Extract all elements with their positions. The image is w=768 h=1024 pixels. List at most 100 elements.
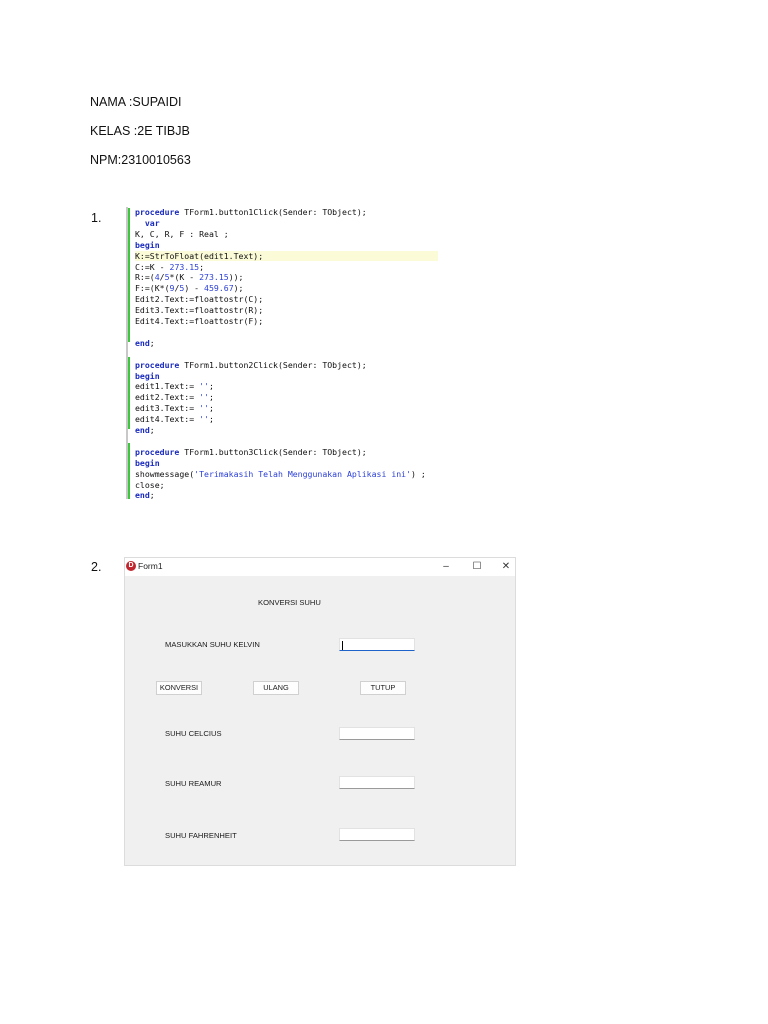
code-token: ; bbox=[208, 403, 214, 414]
code-token: ; bbox=[208, 381, 214, 392]
code-token: 'Terimakasih Telah Menggunakan Aplikasi … bbox=[194, 468, 412, 479]
code-token: edit4.Text:= bbox=[135, 414, 200, 425]
code-token: begin bbox=[135, 239, 160, 250]
gutter-change-bar bbox=[128, 357, 130, 429]
student-name: NAMA :SUPAIDI bbox=[90, 95, 182, 109]
code-line: edit4.Text:= ''; bbox=[135, 414, 438, 425]
code-token: 273.15 bbox=[199, 272, 229, 283]
code-token: *(K - bbox=[169, 272, 200, 283]
code-line: procedure TForm1.button1Click(Sender: TO… bbox=[135, 207, 438, 218]
fahrenheit-output[interactable] bbox=[339, 828, 415, 841]
code-line: C:=K - 273.15; bbox=[135, 262, 438, 273]
code-token: close; bbox=[135, 479, 165, 490]
title-bar: D Form1 – ☐ ✕ bbox=[125, 558, 515, 576]
code-token: TForm1.button2Click(Sender: TObject); bbox=[179, 359, 367, 370]
code-token: end bbox=[135, 490, 150, 501]
code-token: procedure bbox=[135, 207, 180, 217]
kelvin-input[interactable] bbox=[339, 638, 415, 651]
delphi-app-icon: D bbox=[126, 561, 136, 571]
code-token: ; bbox=[149, 490, 155, 501]
code-line: begin bbox=[135, 371, 438, 382]
code-token: end bbox=[135, 425, 150, 435]
code-line: K, C, R, F : Real ; bbox=[135, 229, 438, 240]
fahrenheit-label: SUHU FAHRENHEIT bbox=[165, 831, 237, 840]
code-line: Edit3.Text:=floattostr(R); bbox=[135, 305, 438, 316]
code-line: edit2.Text:= ''; bbox=[135, 392, 438, 403]
kelvin-label: MASUKKAN SUHU KELVIN bbox=[165, 640, 260, 649]
code-token: ; bbox=[149, 337, 155, 348]
code-token: ; bbox=[199, 261, 205, 272]
code-token: begin bbox=[135, 370, 160, 381]
code-token: edit3.Text:= bbox=[135, 403, 200, 414]
code-token: edit2.Text:= bbox=[135, 392, 200, 403]
code-token: var bbox=[135, 217, 160, 228]
code-token: R:=( bbox=[135, 272, 155, 283]
code-line: edit3.Text:= ''; bbox=[135, 403, 438, 414]
code-token: '' bbox=[199, 381, 209, 392]
code-line: Edit2.Text:=floattostr(C); bbox=[135, 294, 438, 305]
code-line: procedure TForm1.button2Click(Sender: TO… bbox=[135, 360, 438, 371]
code-token: Edit2.Text:=floattostr(C); bbox=[135, 294, 264, 305]
code-token: ) - bbox=[184, 283, 205, 294]
gutter-change-bar bbox=[128, 208, 130, 342]
code-line: end; bbox=[135, 490, 438, 501]
code-token: end bbox=[135, 337, 150, 348]
code-token: showmessage( bbox=[135, 468, 195, 479]
close-button[interactable]: ✕ bbox=[492, 559, 520, 575]
code-line: edit1.Text:= ''; bbox=[135, 381, 438, 392]
code-token: procedure bbox=[135, 446, 180, 457]
code-line: F:=(K*(9/5) - 459.67); bbox=[135, 283, 438, 294]
code-token: ; bbox=[149, 425, 155, 435]
code-token: 459.67 bbox=[204, 283, 234, 294]
konversi-button[interactable]: KONVERSI bbox=[156, 681, 202, 695]
reamur-output[interactable] bbox=[339, 776, 415, 789]
code-token: )); bbox=[228, 272, 244, 283]
code-screenshot: procedure TForm1.button1Click(Sender: TO… bbox=[126, 205, 438, 501]
code-line: end; bbox=[135, 425, 438, 436]
code-token: '' bbox=[199, 403, 209, 414]
student-class: KELAS :2E TIBJB bbox=[90, 124, 190, 138]
text-caret bbox=[342, 641, 343, 650]
code-line: var bbox=[135, 218, 438, 229]
form-heading: KONVERSI SUHU bbox=[258, 598, 321, 607]
code-token: Edit4.Text:=floattostr(F); bbox=[135, 316, 264, 326]
code-line: end; bbox=[135, 338, 438, 349]
gutter-change-bar bbox=[128, 443, 130, 499]
code-token: ; bbox=[208, 392, 214, 403]
code-token: F:=(K*( bbox=[135, 283, 170, 294]
code-token: '' bbox=[199, 392, 209, 403]
code-line: R:=(4/5*(K - 273.15)); bbox=[135, 272, 438, 283]
code-token: K:=StrToFloat(edit1.Text); bbox=[135, 250, 264, 261]
code-line: begin bbox=[135, 240, 438, 251]
code-token: '' bbox=[199, 414, 209, 425]
code-line: showmessage('Terimakasih Telah Menggunak… bbox=[135, 469, 438, 480]
celcius-label: SUHU CELCIUS bbox=[165, 729, 222, 738]
item-number-1: 1. bbox=[91, 211, 102, 225]
reamur-label: SUHU REAMUR bbox=[165, 779, 222, 788]
maximize-button[interactable]: ☐ bbox=[463, 559, 491, 575]
code-line: K:=StrToFloat(edit1.Text); bbox=[135, 250, 438, 262]
minimize-button[interactable]: – bbox=[432, 559, 460, 575]
item-number-2: 2. bbox=[91, 560, 102, 574]
code-token: procedure bbox=[135, 359, 180, 370]
window-title: Form1 bbox=[138, 561, 163, 571]
code-token: Edit3.Text:=floattostr(R); bbox=[135, 305, 264, 316]
code-token: edit1.Text:= bbox=[135, 381, 200, 392]
ulang-button[interactable]: ULANG bbox=[253, 681, 299, 695]
celcius-output[interactable] bbox=[339, 727, 415, 740]
code-token: TForm1.button1Click(Sender: TObject); bbox=[179, 207, 367, 217]
code-token: ); bbox=[233, 283, 244, 294]
code-token: 273.15 bbox=[169, 261, 200, 272]
code-token: TForm1.button3Click(Sender: TObject); bbox=[179, 446, 367, 457]
code-line: Edit4.Text:=floattostr(F); bbox=[135, 316, 438, 327]
tutup-button[interactable]: TUTUP bbox=[360, 681, 406, 695]
code-line: begin bbox=[135, 458, 438, 469]
code-token: C:=K - bbox=[135, 261, 170, 272]
code-token: ) ; bbox=[411, 468, 426, 479]
code-line: procedure TForm1.button3Click(Sender: TO… bbox=[135, 447, 438, 458]
code-line: close; bbox=[135, 480, 438, 491]
form-window: D Form1 – ☐ ✕ KONVERSI SUHU MASUKKAN SUH… bbox=[124, 557, 516, 866]
